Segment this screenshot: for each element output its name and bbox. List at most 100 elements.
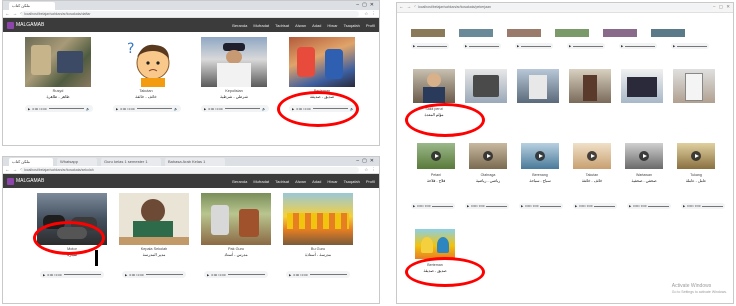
play-icon[interactable]: ▶: [629, 204, 631, 208]
menu-item-tsaqafah[interactable]: Tsaqafah: [344, 179, 360, 184]
audio-progress-bar[interactable]: [136, 108, 173, 109]
vocab-image[interactable]: [201, 193, 271, 245]
audio-progress-bar[interactable]: [309, 274, 347, 275]
address-bar[interactable]: localhost/belajar/sahkan/ar/kosakata/pek…: [415, 4, 713, 10]
browser-tab[interactable]: ملكن كتاب: [9, 158, 53, 166]
audio-player[interactable]: ▶ 0:00 / 0:00: [411, 203, 455, 209]
audio-player[interactable]: ▶ 0:00 / 0:00: [465, 203, 509, 209]
play-icon[interactable]: ▶: [116, 107, 118, 111]
vocab-thumbnail[interactable]: [555, 29, 589, 37]
vocab-image[interactable]: [289, 37, 355, 87]
window-controls[interactable]: –▢✕: [356, 157, 377, 166]
play-icon[interactable]: [431, 151, 441, 161]
play-icon[interactable]: ▶: [413, 44, 415, 48]
audio-player[interactable]: ▶: [671, 43, 709, 49]
menu-item-tsaqafah[interactable]: Tsaqafah: [344, 23, 360, 28]
browser-tab[interactable]: Bahasa Arab Kelas 1: [165, 158, 225, 166]
vocab-thumbnail[interactable]: [673, 69, 715, 103]
audio-progress-bar[interactable]: [145, 274, 183, 275]
menu-item-tadrisat[interactable]: Tadrisat: [275, 23, 289, 28]
vocab-thumbnail[interactable]: [521, 143, 559, 169]
audio-player[interactable]: ▶ 0:00 / 0:00: [40, 271, 104, 278]
extensions-icon[interactable]: ☆ ⋮: [364, 10, 377, 18]
site-logo[interactable]: MALGAMAB: [7, 21, 44, 29]
audio-player[interactable]: ▶ 0:00 / 0:00: [204, 271, 268, 278]
vocab-thumbnail[interactable]: [417, 143, 455, 169]
vocab-thumbnail[interactable]: [569, 69, 611, 103]
audio-player[interactable]: ▶ 0:00 / 0:00: [627, 203, 671, 209]
vocab-thumbnail[interactable]: [621, 69, 663, 103]
extensions-icon[interactable]: ☆ ⋮: [364, 166, 377, 174]
audio-player[interactable]: ▶ 0:00 / 0:00: [519, 203, 563, 209]
play-icon[interactable]: ▶: [575, 204, 577, 208]
vocab-image[interactable]: [283, 193, 353, 245]
vocab-thumbnail[interactable]: [517, 69, 559, 103]
browser-tab[interactable]: Whatsapp: [57, 158, 97, 166]
play-icon[interactable]: ▶: [28, 107, 30, 111]
audio-player[interactable]: ▶: [515, 43, 553, 49]
play-icon[interactable]: [639, 151, 649, 161]
address-bar[interactable]: localhost/belajar/sahkan/ar/kosakata/sek…: [21, 167, 359, 173]
window-controls[interactable]: –▢✕: [356, 1, 377, 10]
play-icon[interactable]: ▶: [521, 204, 523, 208]
vocab-thumbnail[interactable]: [573, 143, 611, 169]
audio-player[interactable]: ▶: [619, 43, 657, 49]
menu-item-mufradat[interactable]: Mufradat: [253, 23, 269, 28]
menu-item-hiwar[interactable]: Hiwar: [327, 23, 337, 28]
audio-player[interactable]: ▶ 0:00 / 0:00 🔈: [25, 105, 93, 112]
menu-item-alwan[interactable]: Alwan: [295, 179, 306, 184]
vocab-thumbnail[interactable]: [603, 29, 637, 37]
audio-player[interactable]: ▶: [463, 43, 501, 49]
audio-progress-bar[interactable]: [63, 274, 101, 275]
vocab-thumbnail[interactable]: [459, 29, 493, 37]
menu-item-profil[interactable]: Profil: [366, 23, 375, 28]
vocab-thumbnail[interactable]: [411, 29, 445, 37]
play-icon[interactable]: ▶: [683, 204, 685, 208]
menu-item-tadrisat[interactable]: Tadrisat: [275, 179, 289, 184]
audio-progress-bar[interactable]: [486, 205, 507, 207]
audio-progress-bar[interactable]: [224, 108, 261, 109]
audio-player[interactable]: ▶ 0:00 / 0:00: [286, 271, 350, 278]
vocab-thumbnail[interactable]: [677, 143, 715, 169]
browser-tab[interactable]: ملكن كتاب: [9, 2, 55, 10]
volume-icon[interactable]: 🔈: [262, 107, 266, 111]
vocab-thumbnail[interactable]: [415, 229, 455, 259]
play-icon[interactable]: ▶: [207, 273, 209, 277]
vocab-image[interactable]: ?: [113, 37, 179, 87]
audio-progress-bar[interactable]: [677, 45, 707, 47]
vocab-image[interactable]: [25, 37, 91, 87]
audio-player[interactable]: ▶ 0:00 / 0:00 🔈: [113, 105, 181, 112]
audio-progress-bar[interactable]: [521, 45, 551, 47]
menu-item-mufradat[interactable]: Mufradat: [253, 179, 269, 184]
play-icon[interactable]: ▶: [43, 273, 45, 277]
vocab-thumbnail[interactable]: [507, 29, 541, 37]
menu-item-beranda[interactable]: Beranda: [232, 23, 247, 28]
audio-player[interactable]: ▶ 0:00 / 0:00 🔈: [201, 105, 269, 112]
audio-player[interactable]: ▶ 0:00 / 0:00: [681, 203, 725, 209]
menu-item-adad[interactable]: Adad: [312, 179, 321, 184]
play-icon[interactable]: [587, 151, 597, 161]
audio-progress-bar[interactable]: [227, 274, 265, 275]
play-icon[interactable]: ▶: [289, 273, 291, 277]
vocab-image[interactable]: [119, 193, 189, 245]
audio-progress-bar[interactable]: [702, 205, 723, 207]
volume-icon[interactable]: 🔈: [174, 107, 178, 111]
audio-progress-bar[interactable]: [417, 45, 447, 47]
audio-player[interactable]: ▶ 0:00 / 0:00: [573, 203, 617, 209]
play-icon[interactable]: ▶: [569, 44, 571, 48]
vocab-thumbnail[interactable]: [413, 69, 455, 103]
menu-item-hiwar[interactable]: Hiwar: [327, 179, 337, 184]
address-bar[interactable]: localhost/belajar/sahkan/ar/kosakata/daf…: [21, 11, 359, 17]
play-icon[interactable]: ▶: [467, 204, 469, 208]
play-icon[interactable]: ▶: [204, 107, 206, 111]
play-icon[interactable]: ▶: [413, 204, 415, 208]
window-controls[interactable]: – ▢ ✕: [713, 3, 731, 11]
menu-item-beranda[interactable]: Beranda: [232, 179, 247, 184]
play-icon[interactable]: ▶: [125, 273, 127, 277]
vocab-thumbnail[interactable]: [469, 143, 507, 169]
menu-item-profil[interactable]: Profil: [366, 179, 375, 184]
audio-progress-bar[interactable]: [573, 45, 603, 47]
volume-icon[interactable]: 🔈: [86, 107, 90, 111]
play-icon[interactable]: [535, 151, 545, 161]
vocab-thumbnail[interactable]: [465, 69, 507, 103]
